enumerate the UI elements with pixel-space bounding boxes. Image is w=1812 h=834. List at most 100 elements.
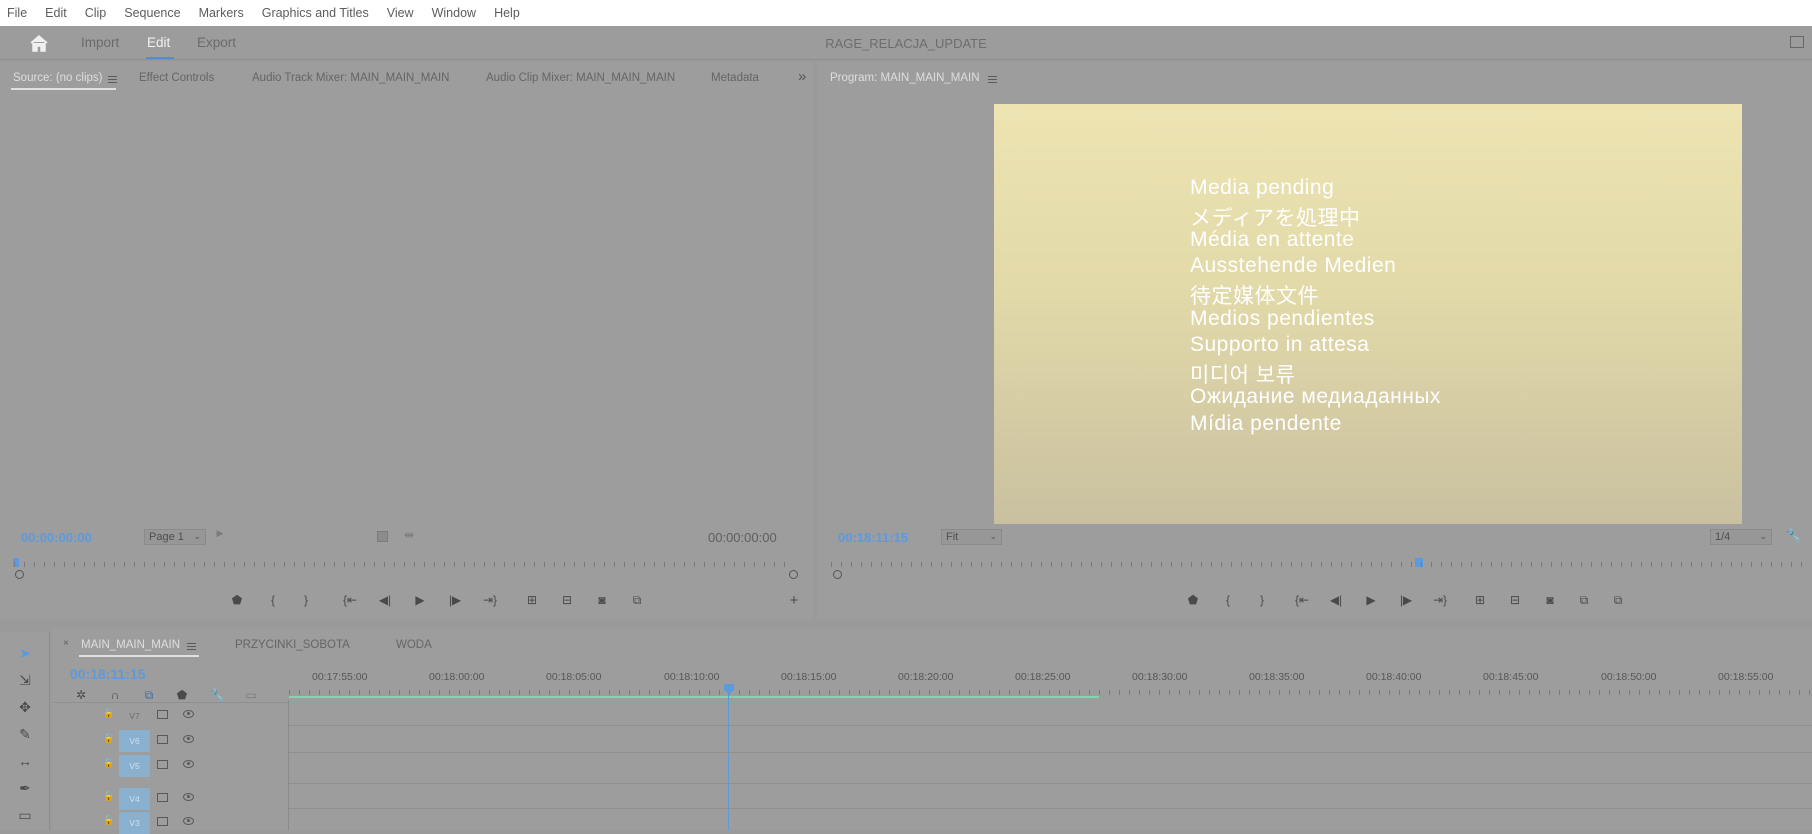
ripple-edit-tool-icon[interactable]: ✥ [15,699,35,717]
menu-clip[interactable]: Clip [85,6,107,20]
mark-out-icon[interactable]: } [1253,593,1271,607]
selection-tool-icon[interactable]: ➤ [15,645,35,663]
track-target-v5[interactable]: V5 [119,755,150,777]
toggle-sync-icon[interactable] [157,710,168,719]
eye-icon[interactable] [183,735,194,743]
track-target-v6[interactable]: V6 [119,730,150,752]
track-select-tool-icon[interactable]: ⇲ [15,672,35,690]
program-title[interactable]: Program: MAIN_MAIN_MAIN [830,72,980,84]
dropped-frame-icon[interactable]: ⇹ [400,528,418,542]
add-marker-icon[interactable]: ⬟ [228,593,246,607]
play-icon[interactable]: ▶ [1362,593,1380,607]
overwrite-icon[interactable]: ⊟ [558,593,576,607]
go-to-in-icon[interactable]: {⇤ [341,593,359,607]
button-editor-icon[interactable]: ⧉ [1609,593,1627,608]
add-marker-icon[interactable]: ⬟ [173,688,191,702]
tab-audio-track-mixer[interactable]: Audio Track Mixer: MAIN_MAIN_MAIN [252,72,449,84]
menu-window[interactable]: Window [432,6,476,20]
menu-file[interactable]: File [7,6,27,20]
zoom-handle-right[interactable] [789,570,798,579]
step-back-icon[interactable]: ◀| [1327,593,1345,607]
insert-icon[interactable]: ⊞ [523,593,541,607]
fit-select[interactable]: Fit ⌄ [941,529,1002,545]
track-target-v3[interactable]: V3 [119,812,150,834]
program-ruler[interactable] [831,560,1811,568]
linked-selection-icon[interactable]: ⧉ [140,688,158,703]
tab-effect-controls[interactable]: Effect Controls [139,72,214,84]
wrench-icon[interactable]: 🔧 [1785,528,1803,544]
mark-in-icon[interactable]: { [1219,593,1237,607]
tab-audio-clip-mixer[interactable]: Audio Clip Mixer: MAIN_MAIN_MAIN [486,72,675,84]
tab-przycinki-sobota[interactable]: PRZYCINKI_SOBOTA [235,639,350,651]
tab-metadata[interactable]: Metadata [711,72,759,84]
tab-woda[interactable]: WODA [396,639,432,651]
tab-source[interactable]: Source: (no clips) [13,72,102,84]
step-forward-icon[interactable]: |▶ [446,593,464,607]
eye-icon[interactable] [183,793,194,801]
source-ruler[interactable] [14,560,794,568]
program-video-frame[interactable]: Media pending メディアを処理中 Média en attente … [994,104,1742,524]
safe-margins-icon[interactable] [377,531,388,542]
lift-icon[interactable]: ⊞ [1471,593,1489,607]
track-target-v4[interactable]: V4 [119,788,150,810]
more-tabs-icon[interactable]: » [798,68,806,85]
snap-icon[interactable]: ∩ [106,688,124,702]
mark-out-icon[interactable]: } [297,593,315,607]
rectangle-tool-icon[interactable]: ▭ [15,807,35,825]
toggle-sync-icon[interactable] [157,735,168,744]
slip-tool-icon[interactable]: ↔ [15,753,35,771]
track-target-v7[interactable]: V7 [119,705,150,727]
timeline-settings-icon[interactable]: 🔧 [208,688,226,702]
razor-tool-icon[interactable]: ✎ [15,726,35,744]
program-panel-menu-icon[interactable] [988,76,997,83]
lock-icon[interactable]: 🔓 [103,815,114,826]
lock-icon[interactable]: 🔓 [103,708,114,719]
step-back-icon[interactable]: ◀| [376,593,394,607]
program-timecode[interactable]: 00:18:11:15 [838,530,908,545]
pen-tool-icon[interactable]: ✒ [15,780,35,798]
camera-icon[interactable]: ◙ [1541,593,1559,607]
eye-icon[interactable] [183,710,194,718]
source-timecode-in[interactable]: 00:00:00:00 [21,530,92,545]
step-forward-icon[interactable]: |▶ [1397,593,1415,607]
eye-icon[interactable] [183,760,194,768]
toggle-sync-icon[interactable] [157,817,168,826]
program-zoom-handle[interactable] [833,570,842,579]
menu-markers[interactable]: Markers [199,6,244,20]
extract-icon[interactable]: ⊟ [1506,593,1524,607]
add-marker-icon[interactable]: ⬟ [1184,593,1202,607]
panel-restore-icon[interactable] [1790,36,1804,48]
go-to-out-icon[interactable]: ⇥} [1431,593,1449,607]
menu-help[interactable]: Help [494,6,520,20]
resolution-select[interactable]: 1/4 ⌄ [1710,529,1772,545]
camera-icon[interactable]: ◙ [593,593,611,607]
sequence-menu-icon[interactable] [187,643,196,650]
toggle-sync-icon[interactable] [157,760,168,769]
timeline-ruler[interactable] [289,688,1812,696]
lock-icon[interactable]: 🔓 [103,791,114,802]
panel-menu-icon[interactable] [108,76,117,83]
work-area-bar[interactable] [289,696,1099,698]
menu-sequence[interactable]: Sequence [124,6,180,20]
comparison-view-icon[interactable]: ⧉ [1575,593,1593,608]
tab-main-main-main[interactable]: MAIN_MAIN_MAIN [81,639,180,651]
go-to-in-icon[interactable]: {⇤ [1293,593,1311,607]
page-select[interactable]: Page 1 ⌄ [144,529,206,545]
lock-icon[interactable]: 🔓 [103,733,114,744]
lock-icon[interactable]: 🔓 [103,758,114,769]
go-to-out-icon[interactable]: ⇥} [481,593,499,607]
close-tab-icon[interactable]: × [63,638,69,649]
button-editor-icon[interactable]: ⧉ [628,593,646,608]
eye-icon[interactable] [183,817,194,825]
play-icon[interactable]: ▶ [411,593,429,607]
timeline-timecode[interactable]: 00:18:11:15 [70,666,146,682]
add-button-icon[interactable]: + [785,592,803,609]
captions-icon[interactable]: ▭ [242,688,260,702]
zoom-handle-left[interactable] [15,570,24,579]
nest-sequence-icon[interactable]: ✲ [72,688,90,702]
menu-view[interactable]: View [387,6,414,20]
mark-in-icon[interactable]: { [264,593,282,607]
menu-graphics-titles[interactable]: Graphics and Titles [262,6,369,20]
menu-edit[interactable]: Edit [45,6,67,20]
toggle-sync-icon[interactable] [157,793,168,802]
